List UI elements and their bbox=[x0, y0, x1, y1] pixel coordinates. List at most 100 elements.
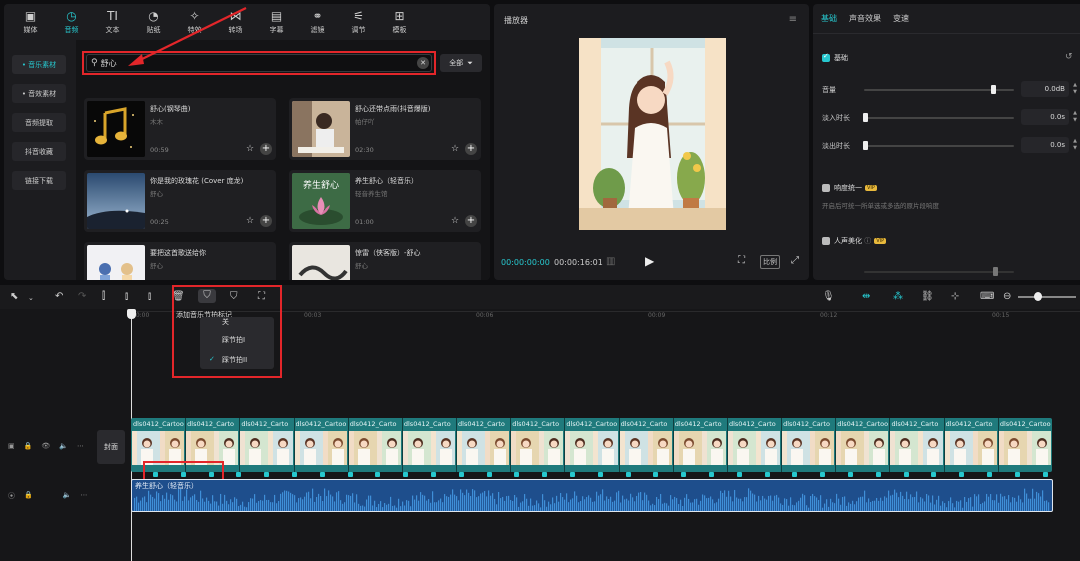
beat-marker-dot[interactable] bbox=[959, 472, 965, 477]
beat-marker-dot[interactable] bbox=[709, 472, 714, 477]
beat-marker-dot[interactable] bbox=[931, 472, 937, 477]
tool-audio[interactable]: ◷ 音频 bbox=[51, 4, 92, 40]
tool-template[interactable]: ⊞ 模板 bbox=[379, 4, 420, 40]
tool-media[interactable]: ▣ 媒体 bbox=[10, 4, 51, 40]
beat-marker-dot[interactable] bbox=[987, 472, 992, 477]
beat-marker-dot[interactable] bbox=[514, 472, 520, 477]
beat-marker-dot[interactable] bbox=[653, 472, 659, 477]
ratio-button[interactable]: 比例 bbox=[760, 255, 780, 269]
sidebar-item-douyin-fav[interactable]: 抖音收藏 bbox=[12, 142, 66, 161]
beat-marker-dot[interactable] bbox=[403, 472, 409, 477]
basic-checkbox[interactable]: ✓ bbox=[822, 52, 830, 62]
voice-slider[interactable] bbox=[864, 271, 1014, 273]
playhead-handle[interactable] bbox=[127, 309, 136, 319]
tab-speed[interactable]: 变速 bbox=[893, 4, 909, 33]
tool-subtitle[interactable]: ▤ 字幕 bbox=[256, 4, 297, 40]
favorite-icon[interactable]: ☆ bbox=[449, 143, 461, 155]
beat-marker-dot[interactable] bbox=[458, 472, 464, 477]
music-card[interactable]: 舒心还带点雨(抖音爆版) 帕仔吖 02:30 ☆ + bbox=[289, 98, 481, 160]
fadeout-knob[interactable] bbox=[863, 141, 868, 150]
select-tool-icon[interactable]: ⬉ bbox=[10, 291, 18, 302]
reset-icon[interactable]: ↺ bbox=[1065, 52, 1073, 62]
beat-marker-dot[interactable] bbox=[681, 472, 687, 477]
beat-marker-dot[interactable] bbox=[264, 472, 270, 477]
play-button[interactable]: ▶ bbox=[645, 254, 654, 268]
audio-track-icon[interactable]: ⦿ bbox=[8, 491, 15, 501]
favorite-icon[interactable]: ☆ bbox=[244, 143, 256, 155]
beat-marker-dot[interactable] bbox=[319, 472, 325, 477]
lock-icon[interactable]: 🔒 bbox=[24, 491, 33, 501]
more-icon[interactable]: ⋯ bbox=[77, 442, 84, 450]
microphone-icon[interactable]: 🎙 bbox=[822, 291, 835, 302]
volume-value[interactable]: 0.0dB bbox=[1021, 81, 1069, 97]
tool-adjust[interactable]: ⚟ 调节 bbox=[338, 4, 379, 40]
beat-marker-dot[interactable] bbox=[820, 472, 826, 477]
zoom-knob[interactable] bbox=[1034, 292, 1042, 301]
mute-icon[interactable]: 🔈 bbox=[63, 491, 72, 501]
tab-sound-effects[interactable]: 声音效果 bbox=[849, 4, 881, 33]
cover-button[interactable]: 封面 bbox=[97, 430, 125, 464]
beat-marker-dot[interactable] bbox=[764, 472, 770, 477]
split-left-icon[interactable]: ⫾ bbox=[125, 291, 128, 302]
eye-icon[interactable]: 👁 bbox=[41, 442, 50, 450]
sidebar-item-music[interactable]: • 音乐素材 bbox=[12, 55, 66, 74]
auto-snap-icon[interactable]: ⁂ bbox=[893, 291, 903, 302]
link-icon[interactable]: ⛓ bbox=[921, 291, 934, 302]
fadein-value[interactable]: 0.0s bbox=[1021, 109, 1069, 125]
split-right-icon[interactable]: ⫾ bbox=[148, 291, 151, 302]
add-icon[interactable]: + bbox=[465, 215, 477, 227]
video-track-icon[interactable]: ▣ bbox=[8, 442, 15, 450]
beat-marker-dot[interactable] bbox=[375, 472, 381, 477]
beat-marker-dot[interactable] bbox=[792, 472, 798, 477]
sidebar-item-sfx[interactable]: • 音效素材 bbox=[12, 84, 66, 103]
music-card[interactable]: 惊雷（侠客版）-舒心 舒心 bbox=[289, 242, 481, 280]
redo-icon[interactable]: ↷ bbox=[78, 291, 86, 302]
fullscreen-fit-icon[interactable]: ⛶ bbox=[738, 255, 745, 266]
video-preview[interactable] bbox=[579, 38, 726, 230]
music-card[interactable]: 养生舒心 养生舒心（轻音乐） 轻音养生馆 01:00 ☆ + bbox=[289, 170, 481, 232]
voice-beautify-checkbox[interactable] bbox=[822, 237, 830, 245]
fadein-slider[interactable] bbox=[864, 117, 1014, 119]
beat-marker-dot[interactable] bbox=[625, 472, 631, 477]
sidebar-item-extract[interactable]: 音频提取 bbox=[12, 113, 66, 132]
beat-marker-dot[interactable] bbox=[431, 472, 436, 477]
beat-marker-dot[interactable] bbox=[736, 472, 742, 477]
beat-marker-dot[interactable] bbox=[236, 472, 242, 477]
beat-marker-dot[interactable] bbox=[486, 472, 492, 477]
main-track-magnet-icon[interactable]: ⇹ bbox=[862, 291, 870, 302]
tab-basic[interactable]: 基础 bbox=[821, 4, 837, 33]
add-icon[interactable]: + bbox=[260, 215, 272, 227]
volume-stepper[interactable]: ▲ ▼ bbox=[1071, 82, 1079, 96]
fadeout-stepper[interactable]: ▲ ▼ bbox=[1071, 138, 1079, 152]
beat-marker-dot[interactable] bbox=[1014, 472, 1020, 477]
filter-all-button[interactable]: 全部 ⏷ bbox=[440, 54, 482, 72]
fadeout-slider[interactable] bbox=[864, 145, 1014, 147]
music-card[interactable]: 你是我的玫瑰花 (Cover 庞龙) 舒心 00:25 ☆ + bbox=[84, 170, 276, 232]
caption-icon[interactable]: ⌨ bbox=[980, 291, 994, 302]
lock-icon[interactable]: 🔒 bbox=[24, 442, 33, 450]
beat-marker-dot[interactable] bbox=[848, 472, 853, 477]
beat-marker-dot[interactable] bbox=[542, 472, 548, 477]
undo-icon[interactable]: ↶ bbox=[55, 291, 63, 302]
video-track[interactable]: dls0412_Cartoon_illustdls0412_Cartodls04… bbox=[131, 418, 1052, 472]
zoom-out-icon[interactable]: ⊖ bbox=[1003, 291, 1011, 302]
split-icon[interactable]: ⫿ bbox=[102, 291, 105, 302]
sidebar-item-link-download[interactable]: 链接下载 bbox=[12, 171, 66, 190]
add-icon[interactable]: + bbox=[465, 143, 477, 155]
favorite-icon[interactable]: ☆ bbox=[449, 215, 461, 227]
zoom-slider[interactable] bbox=[1018, 296, 1076, 298]
music-card[interactable]: 舒心(钢琴曲) 木木 00:59 ☆ + bbox=[84, 98, 276, 160]
beat-marker-dot[interactable] bbox=[1042, 472, 1048, 477]
preview-axis-icon[interactable]: ⊹ bbox=[951, 291, 959, 302]
beat-marker-dot[interactable] bbox=[597, 472, 603, 477]
timecode-format-icon[interactable]: ▥ bbox=[606, 256, 615, 267]
favorite-icon[interactable]: ☆ bbox=[244, 215, 256, 227]
voice-knob[interactable] bbox=[993, 267, 998, 276]
loudness-checkbox[interactable] bbox=[822, 184, 830, 192]
beat-marker-dot[interactable] bbox=[347, 472, 353, 477]
beat-marker-dot[interactable] bbox=[570, 472, 575, 477]
player-menu-icon[interactable]: ≡ bbox=[789, 14, 797, 25]
more-icon[interactable]: ⋯ bbox=[80, 491, 87, 501]
beat-marker-dot[interactable] bbox=[292, 472, 297, 477]
chevron-down-icon[interactable]: ⌄ bbox=[28, 294, 34, 302]
